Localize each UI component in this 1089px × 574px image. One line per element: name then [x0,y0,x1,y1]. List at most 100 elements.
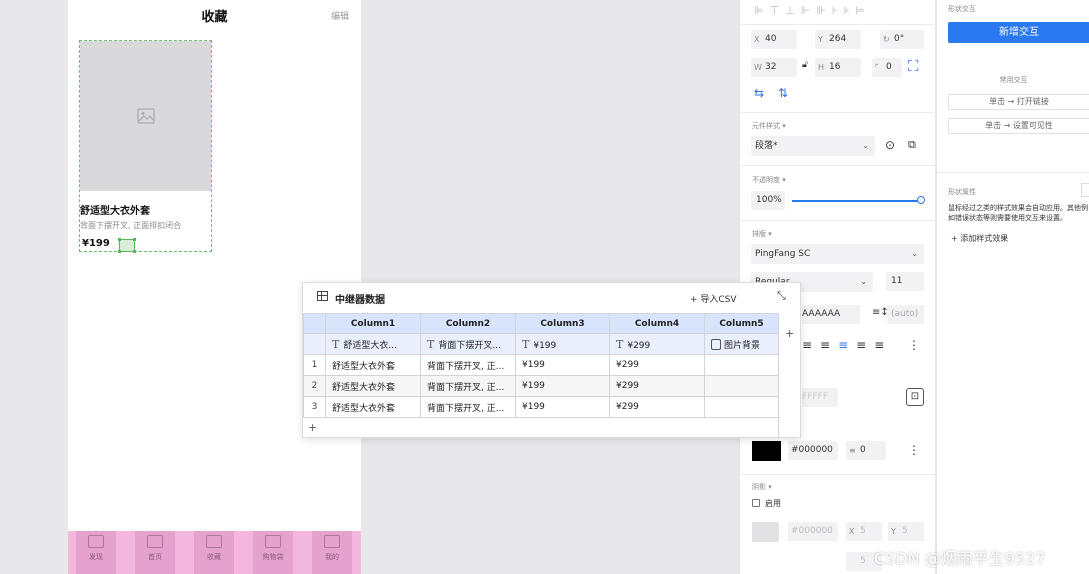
product-subtitle: 背面下摆开叉, 正面排扣闭合 [80,221,182,230]
table-cell[interactable]: 背面下摆开叉, 正... [420,354,516,376]
table-cell[interactable] [704,396,779,418]
table-cell[interactable]: ¥199 [515,375,610,397]
height-field[interactable]: H 16 [815,58,861,77]
table-row[interactable]: 2 舒适型大衣外套 背面下摆开叉, 正... ¥199 ¥299 [303,375,779,397]
radius-field[interactable]: ⌜ 0 [872,58,902,77]
resize-handle[interactable] [118,250,121,253]
add-interaction-button[interactable]: 新增交互 [948,22,1089,43]
opacity-field[interactable]: 100% [751,191,785,210]
y-field[interactable]: Y 264 [815,30,861,49]
column-header[interactable]: Column2 [420,313,516,334]
add-column-button[interactable]: + [785,327,794,340]
table-cell[interactable]: ¥199 [515,396,610,418]
component-style-select[interactable]: 段落* ⌄ [751,136,875,156]
table-cell[interactable]: 背面下摆开叉, 正... [420,375,516,397]
column-header[interactable]: Column3 [515,313,610,334]
table-row[interactable]: 3 舒适型大衣外套 背面下摆开叉, 正... ¥199 ¥299 [303,396,779,418]
resize-handle[interactable] [118,238,121,241]
align-toolbar-icons[interactable]: ⊫⊤⊥⊩⊪⊦⊧⊨ [754,4,871,17]
lock-icon[interactable]: 🔓︎ [802,60,808,70]
rotation-field[interactable]: ↻ 0° [880,30,924,49]
table-cell[interactable]: 舒适型大衣外套 [325,396,421,418]
table-cell[interactable]: 舒适型大衣外套 [325,354,421,376]
tab-bag[interactable]: 购物袋 [253,531,293,574]
text-align-icons[interactable]: ≡≡≡≡≡ [802,338,892,352]
bag-icon [265,535,281,548]
shadow-color-field[interactable]: #000000 [788,522,838,541]
x-field[interactable]: X 40 [751,30,797,49]
width-field[interactable]: W 32 [751,58,797,77]
image-icon [136,108,155,124]
column-header[interactable]: Column1 [325,313,421,334]
shadow-enable-checkbox[interactable] [752,499,760,507]
tab-label: 首页 [148,553,162,561]
tab-home[interactable]: 首页 [135,531,175,574]
shadow-y-field[interactable]: Y5 [888,522,924,541]
import-csv-button[interactable]: + 导入CSV [690,292,737,305]
shadow-label: 阴影 ▾ [752,483,772,491]
table-cell[interactable] [704,354,779,376]
flip-horizontal-icon[interactable]: ⇆ [754,86,764,100]
table-cell[interactable]: 背面下摆开叉, 正... [420,396,516,418]
table-cell[interactable]: 舒适型大衣外套 [325,375,421,397]
repeater-data-dialog: 中继器数据 + 导入CSV ⤡ Column1 Column2 Column3 … [302,282,801,438]
shape-props-label: 形状属性 [948,188,976,196]
column-header[interactable]: Column5 [704,313,779,334]
heart-icon [206,535,222,548]
add-row-button[interactable]: + [308,421,317,434]
interactions-panel: 形状交互 新增交互 常用交互 单击 → 打开链接 单击 → 设置可见性 形状属性… [936,0,1089,574]
font-family-select[interactable]: PingFang SC ⌄ [751,244,924,264]
fit-size-icon[interactable]: ⛶ [908,57,919,75]
props-toggle-button[interactable] [1081,183,1089,197]
apply-style-icon[interactable]: ⊙ [885,138,895,152]
interaction-option-set-visibility[interactable]: 单击 → 设置可见性 [948,118,1089,134]
common-interactions-label: 常用交互 [999,76,1028,84]
table-cell[interactable]: ¥299 [609,396,705,418]
edit-link[interactable]: 编辑 [331,9,349,22]
resize-handle[interactable] [133,238,136,241]
column-type-cell[interactable]: T ¥199 [515,333,610,355]
border-color-swatch[interactable] [752,441,781,461]
fill-color-field[interactable]: FFFFF [802,388,838,407]
more-options-icon[interactable]: ⋮ [908,338,920,352]
column-type-cell[interactable]: 图片背景 [704,333,779,355]
opacity-label: 不透明度 ▾ [752,176,786,184]
column-type-cell[interactable]: T 背面下摆开叉... [420,333,516,355]
product-title: 舒适型大衣外套 [80,206,150,217]
table-cell[interactable] [704,375,779,397]
text-type-icon: T [616,337,624,351]
opacity-slider-thumb[interactable] [917,196,925,204]
border-width-field[interactable]: ≡ 0 [846,441,886,460]
tab-discover[interactable]: 发现 [76,531,116,574]
user-icon [324,535,340,548]
table-cell[interactable]: ¥199 [515,354,610,376]
tab-me[interactable]: 我的 [312,531,352,574]
interaction-option-open-link[interactable]: 单击 → 打开链接 [948,94,1089,110]
table-cell[interactable]: ¥299 [609,354,705,376]
shadow-x-field[interactable]: X5 [846,522,882,541]
detach-style-icon[interactable]: ⧉ [908,138,916,152]
rotate-icon: ↻ [883,35,890,44]
text-color-field[interactable]: AAAAAA [802,305,860,324]
border-color-field[interactable]: #000000 [788,441,838,460]
column-type-cell[interactable]: T ¥299 [609,333,705,355]
collapse-icon[interactable]: ⤡ [777,289,786,303]
product-card[interactable]: 舒适型大衣外套 背面下摆开叉, 正面排扣闭合 ¥199 [79,40,212,253]
image-icon [147,535,163,548]
text-type-icon: T [522,337,530,351]
flip-vertical-icon[interactable]: ⇅ [778,86,788,100]
font-size-field[interactable]: 11 [886,272,924,291]
tab-favorites[interactable]: 收藏 [194,531,234,574]
selected-element[interactable] [118,238,136,253]
image-fill-icon[interactable]: ⊡ [906,388,924,406]
shadow-color-swatch[interactable] [752,522,779,542]
border-more-icon[interactable]: ⋮ [908,443,920,457]
column-type-cell[interactable]: T 舒适型大衣... [325,333,421,355]
column-header[interactable]: Column4 [609,313,705,334]
opacity-slider-track[interactable] [792,200,920,202]
resize-handle[interactable] [133,250,136,253]
add-style-effect-link[interactable]: + 添加样式效果 [951,233,1008,244]
line-height-field[interactable]: (auto) [887,305,924,324]
table-row[interactable]: 1 舒适型大衣外套 背面下摆开叉, 正... ¥199 ¥299 [303,354,779,376]
table-cell[interactable]: ¥299 [609,375,705,397]
